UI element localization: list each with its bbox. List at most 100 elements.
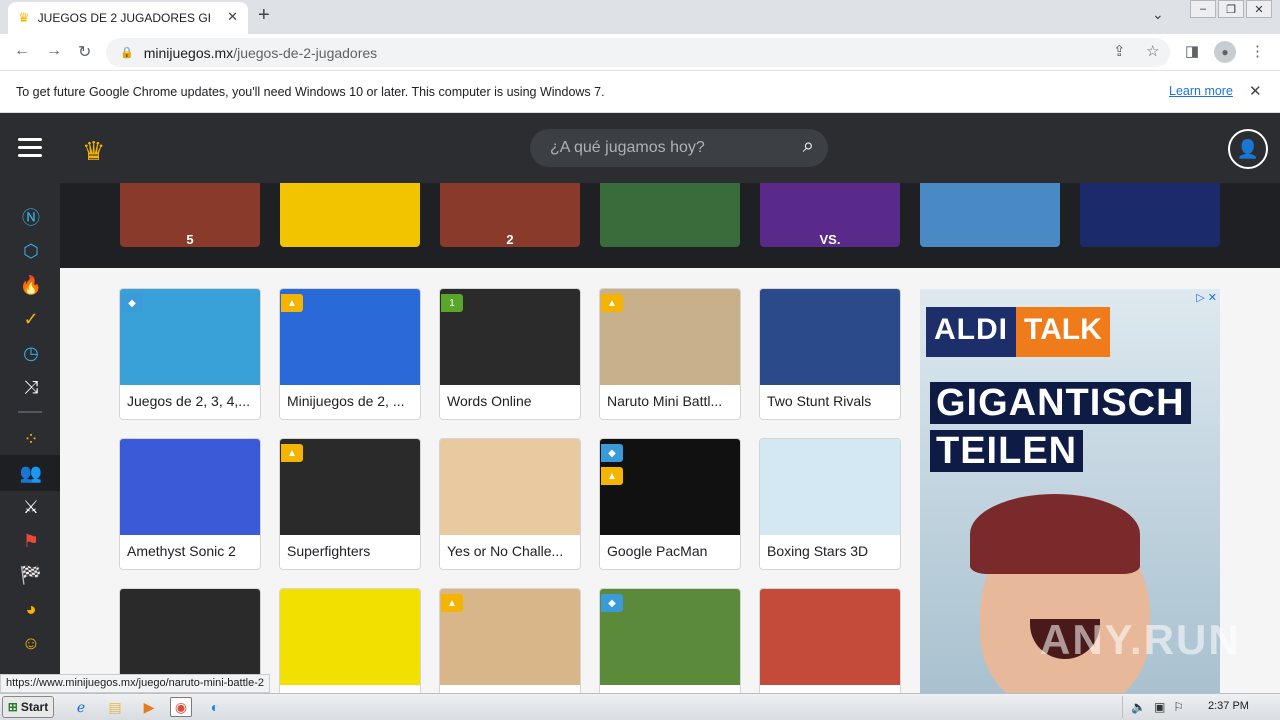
ad-headline-2: TEILEN (930, 430, 1084, 472)
taskbar-clock[interactable]: 2:37 PM (1208, 700, 1249, 712)
user-account-icon[interactable]: 👤 (1228, 129, 1268, 169)
featured-thumb[interactable]: VS. (760, 183, 900, 247)
game-title[interactable]: Yes or No Challe... (447, 543, 575, 559)
bookmark-star-icon[interactable]: ☆ (1146, 42, 1159, 60)
game-card[interactable]: Amethyst Sonic 2 (119, 438, 261, 570)
lock-icon: 🔒 (120, 47, 134, 59)
folder-icon[interactable]: ▤ (104, 697, 126, 717)
hamburger-menu-icon[interactable] (18, 138, 42, 158)
game-title[interactable]: Boxing Stars 3D (767, 543, 895, 559)
ad-choices-icon[interactable]: ▷ ✕ (1196, 291, 1217, 304)
browser-tab[interactable]: ♛ JUEGOS DE 2 JUGADORES GRATIS ✕ (8, 2, 248, 34)
game-title[interactable]: Minijuegos de 2, ... (287, 393, 415, 409)
search-icon[interactable]: ⌕ (803, 135, 814, 158)
game-card[interactable]: 1 Words Online (439, 288, 581, 420)
game-thumbnail[interactable] (760, 589, 900, 685)
featured-thumb[interactable]: 5 (120, 183, 260, 247)
new-games-icon[interactable]: Ⓝ (19, 205, 43, 229)
game-thumbnail[interactable] (120, 439, 260, 535)
watermark-text: ANY.RUN (1040, 616, 1241, 663)
game-thumbnail[interactable] (760, 289, 900, 385)
close-infobar-icon[interactable]: ✕ (1249, 82, 1262, 100)
flag-icon[interactable]: ⚑ (19, 529, 43, 553)
game-title[interactable]: Superfighters (287, 543, 415, 559)
profile-avatar-icon[interactable]: ● (1214, 41, 1236, 63)
kids-icon[interactable]: ☺ (19, 631, 43, 655)
reload-icon[interactable]: ↻ (78, 42, 91, 62)
featured-thumb[interactable]: 2 (440, 183, 580, 247)
featured-thumb[interactable] (1080, 183, 1220, 247)
tab-search-icon[interactable]: ⌄ (1152, 6, 1164, 23)
ie-icon[interactable]: ℯ (70, 697, 92, 717)
game-title[interactable]: Amethyst Sonic 2 (127, 543, 255, 559)
media-player-icon[interactable]: ▶ (138, 697, 160, 717)
racing-flag-icon[interactable]: 🏁 (19, 563, 43, 587)
two-player-icon[interactable]: 👥 (19, 461, 43, 485)
game-card[interactable]: ◆ Juegos de 2, 3, 4,... (119, 288, 261, 420)
game-thumbnail[interactable] (280, 589, 420, 685)
side-panel-icon[interactable]: ◨ (1185, 42, 1199, 60)
new-tab-button[interactable]: + (258, 4, 270, 27)
ad-person-hat (970, 494, 1140, 574)
action-center-flag-icon[interactable]: ⚐ (1173, 700, 1184, 714)
site-logo-crown-icon[interactable]: ♛ (82, 136, 105, 167)
checkmark-icon[interactable]: ✓ (19, 307, 43, 331)
maximize-button[interactable]: ❐ (1218, 0, 1244, 18)
featured-thumb[interactable] (280, 183, 420, 247)
menu-kebab-icon[interactable]: ⋮ (1250, 42, 1265, 60)
hot-flame-icon[interactable]: 🔥 (19, 273, 43, 297)
game-title[interactable]: Google PacMan (607, 543, 735, 559)
ad-brand-left: ALDI (926, 307, 1016, 357)
featured-thumb[interactable] (600, 183, 740, 247)
game-thumbnail[interactable] (440, 439, 580, 535)
ad-brand-right: TALK (1016, 307, 1110, 357)
start-label: Start (20, 700, 49, 714)
game-thumbnail[interactable] (760, 439, 900, 535)
game-title[interactable]: Juegos de 2, 3, 4,... (127, 393, 255, 409)
game-card[interactable]: Yes or No Challe... (439, 438, 581, 570)
featured-label: 5 (186, 232, 194, 247)
game-title[interactable]: Words Online (447, 393, 575, 409)
swords-icon[interactable]: ⚔ (19, 495, 43, 519)
network-icon[interactable]: ▣ (1154, 700, 1165, 714)
system-tray: 🔈 ▣ ⚐ (1122, 696, 1278, 718)
game-card[interactable]: Boxing Stars 3D (759, 438, 901, 570)
game-thumbnail[interactable] (120, 589, 260, 685)
game-card[interactable]: ▲ Superfighters (279, 438, 421, 570)
game-badge-icon: ◆ (121, 294, 143, 312)
chrome-taskbar-icon[interactable]: ◉ (170, 697, 192, 717)
window-controls: – ❐ ✕ (1188, 0, 1272, 18)
game-card[interactable]: ◆ ▲ Google PacMan (599, 438, 741, 570)
share-icon[interactable]: ⇪ (1113, 42, 1126, 60)
category-rail: Ⓝ ⬡ 🔥 ✓ ◷ ⤨ ⁘ 👥 ⚔ ⚑ 🏁 ◕ ☺ (0, 183, 60, 693)
edge-icon[interactable]: ◐ (204, 697, 226, 717)
site-search-input[interactable]: ¿A qué jugamos hoy? ⌕ (530, 129, 828, 167)
game-badge-icon: ◆ (601, 594, 623, 612)
start-button[interactable]: ⊞ Start (2, 696, 54, 718)
game-card[interactable]: ▲ Naruto Mini Battl... (599, 288, 741, 420)
featured-thumb[interactable] (920, 183, 1060, 247)
game-card[interactable]: Two Stunt Rivals (759, 288, 901, 420)
game-title[interactable]: Naruto Mini Battl... (607, 393, 735, 409)
clock-icon[interactable]: ◷ (19, 341, 43, 365)
categories-dots-icon[interactable]: ⁘ (19, 427, 43, 451)
pacman-icon[interactable]: ◕ (19, 597, 43, 621)
status-bar-url: https://www.minijuegos.mx/juego/naruto-m… (0, 674, 271, 693)
forward-icon[interactable]: → (46, 42, 62, 60)
minimize-button[interactable]: – (1190, 0, 1216, 18)
address-bar[interactable]: 🔒 minijuegos.mx/juegos-de-2-jugadores (106, 38, 1170, 67)
game-title[interactable]: Two Stunt Rivals (767, 393, 895, 409)
infobar-message: To get future Google Chrome updates, you… (16, 85, 605, 99)
back-icon[interactable]: ← (14, 42, 30, 60)
close-tab-icon[interactable]: ✕ (227, 9, 238, 25)
hexagon-icon[interactable]: ⬡ (19, 239, 43, 263)
learn-more-link[interactable]: Learn more (1169, 84, 1233, 98)
game-card[interactable]: ▲ Minijuegos de 2, ... (279, 288, 421, 420)
close-window-button[interactable]: ✕ (1246, 0, 1272, 18)
search-placeholder: ¿A qué jugamos hoy? (550, 139, 705, 156)
shuffle-icon[interactable]: ⤨ (19, 375, 43, 399)
windows-logo-icon: ⊞ (7, 700, 18, 714)
game-badge-icon: ◆ (601, 444, 623, 462)
game-badge-icon: ▲ (601, 467, 623, 485)
volume-icon[interactable]: 🔈 (1131, 700, 1146, 714)
